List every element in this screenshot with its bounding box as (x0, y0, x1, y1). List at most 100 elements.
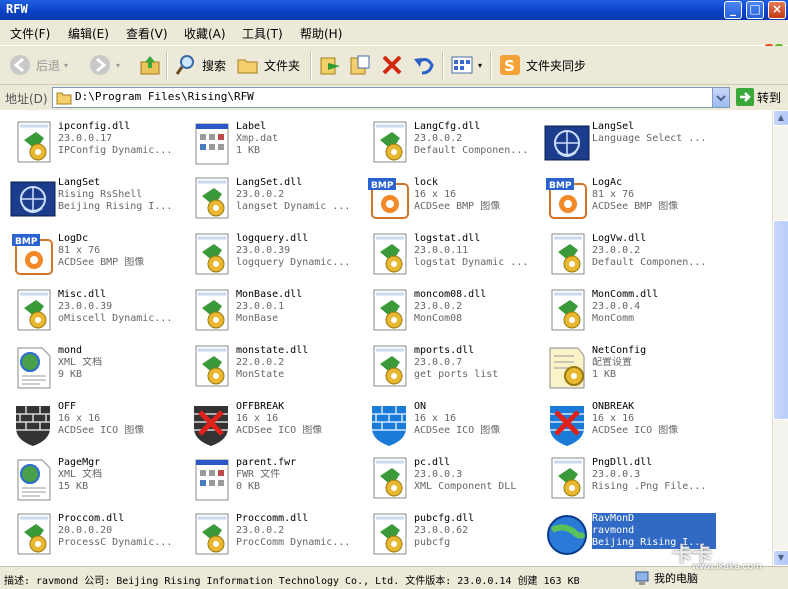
file-item-text: LangCfg.dll 23.0.0.2 Default Componen... (414, 121, 538, 157)
file-item[interactable]: monstate.dll 22.0.0.2 MonState (184, 342, 362, 398)
file-detail-2: logstat Dynamic ... (414, 257, 529, 268)
file-item[interactable]: Proccomm.dll 23.0.0.2 ProcComm Dynamic... (184, 510, 362, 566)
file-name: LogDc (58, 233, 89, 244)
file-item[interactable]: logquery.dll 23.0.0.39 logquery Dynamic... (184, 230, 362, 286)
file-item-text: MonComm.dll 23.0.0.4 MonComm (592, 289, 716, 325)
file-item[interactable]: MonComm.dll 23.0.0.4 MonComm (540, 286, 718, 342)
file-item[interactable]: LogVw.dll 23.0.0.2 Default Componen... (540, 230, 718, 286)
file-detail-2: ACDSee BMP 图像 (414, 201, 501, 212)
dll-icon (551, 233, 585, 275)
dll-icon (551, 289, 585, 331)
file-name: ipconfig.dll (58, 121, 131, 132)
file-item-text: pubcfg.dll 23.0.0.62 pubcfg (414, 513, 538, 549)
scroll-up-button[interactable]: ▲ (773, 110, 788, 126)
file-item[interactable]: MonBase.dll 23.0.0.1 MonBase (184, 286, 362, 342)
views-grid-icon (451, 56, 473, 74)
search-button[interactable]: 搜索 (174, 53, 226, 77)
file-item[interactable]: mports.dll 23.0.0.7 get ports list (362, 342, 540, 398)
forward-dropdown-icon: ▾ (116, 60, 121, 70)
file-item[interactable]: LangSet Rising RsShell Beijing Rising I... (6, 174, 184, 230)
file-item[interactable]: BMP lock 16 x 16 ACDSee BMP 图像 (362, 174, 540, 230)
file-item[interactable]: pc.dll 23.0.0.3 XML Component DLL (362, 454, 540, 510)
move-to-button[interactable] (318, 53, 342, 77)
dll-icon (17, 289, 51, 331)
go-button[interactable]: 转到 (736, 88, 781, 106)
file-list[interactable]: ipconfig.dll 23.0.0.17 IPConfig Dynamic...… (0, 110, 772, 566)
dll-icon (373, 513, 407, 555)
copy-to-button[interactable] (348, 53, 372, 77)
address-field[interactable]: D:\Program Files\Rising\RFW (52, 87, 730, 108)
file-item[interactable]: pubcfg.dll 23.0.0.62 pubcfg (362, 510, 540, 566)
file-item[interactable]: ONBREAK 16 x 16 ACDSee ICO 图像 (540, 398, 718, 454)
menu-file[interactable]: 文件(F) (10, 25, 50, 42)
file-name: OFF (58, 401, 77, 412)
vertical-scrollbar[interactable]: ▲ ▼ (772, 110, 788, 566)
file-item[interactable]: ipconfig.dll 23.0.0.17 IPConfig Dynamic... (6, 118, 184, 174)
file-detail-2: ACDSee ICO 图像 (58, 425, 145, 436)
dat-file-icon (195, 123, 229, 165)
file-item[interactable]: parent.fwr FWR 文件 0 KB (184, 454, 362, 510)
file-item[interactable]: LangSet.dll 23.0.0.2 langset Dynamic ... (184, 174, 362, 230)
file-detail-2: IPConfig Dynamic... (58, 145, 173, 156)
views-button[interactable]: ▾ (450, 53, 482, 77)
back-button[interactable]: 后退 ▾ (8, 53, 68, 77)
status-computer-label: 我的电脑 (654, 572, 698, 585)
file-item[interactable]: NetConfig 配置设置 1 KB (540, 342, 718, 398)
address-dropdown-button[interactable] (712, 88, 729, 107)
file-detail-2: MonComm (592, 313, 635, 324)
title-bar[interactable]: RFW _ □ × (0, 0, 788, 20)
file-item[interactable]: LangSel Language Select ... (540, 118, 718, 174)
menu-help[interactable]: 帮助(H) (300, 25, 342, 42)
maximize-button[interactable]: □ (746, 1, 764, 19)
file-item[interactable]: logstat.dll 23.0.0.11 logstat Dynamic ... (362, 230, 540, 286)
menu-view[interactable]: 查看(V) (126, 25, 168, 42)
file-name: Label (236, 121, 267, 132)
file-detail-2: langset Dynamic ... (236, 201, 351, 212)
forward-button[interactable]: ▾ (88, 53, 120, 77)
file-detail-1: 23.0.0.2 (414, 133, 463, 144)
file-detail-1: 23.0.0.17 (58, 133, 113, 144)
dll-icon (373, 289, 407, 331)
file-item[interactable]: BMP LogAc 81 x 76 ACDSee BMP 图像 (540, 174, 718, 230)
file-item[interactable]: mond XML 文档 9 KB (6, 342, 184, 398)
close-button[interactable]: × (768, 1, 786, 19)
up-folder-button[interactable] (138, 53, 162, 77)
file-item-text: LogVw.dll 23.0.0.2 Default Componen... (592, 233, 716, 269)
file-item-text: MonBase.dll 23.0.0.1 MonBase (236, 289, 360, 325)
file-item[interactable]: ON 16 x 16 ACDSee ICO 图像 (362, 398, 540, 454)
file-item[interactable]: Label Xmp.dat 1 KB (184, 118, 362, 174)
file-item[interactable]: Proccom.dll 20.0.0.20 ProcessC Dynamic... (6, 510, 184, 566)
file-item[interactable]: moncom08.dll 23.0.0.2 MonCom08 (362, 286, 540, 342)
menu-favorites[interactable]: 收藏(A) (184, 25, 226, 42)
up-folder-icon (140, 56, 160, 75)
file-item[interactable]: PngDll.dll 23.0.0.3 Rising .Png File... (540, 454, 718, 510)
scroll-thumb[interactable] (773, 220, 788, 420)
back-dropdown-icon: ▾ (64, 60, 69, 70)
file-item[interactable]: OFF 16 x 16 ACDSee ICO 图像 (6, 398, 184, 454)
file-detail-2: 15 KB (58, 481, 89, 492)
undo-icon (414, 58, 434, 75)
file-detail-1: 23.0.0.62 (414, 525, 469, 536)
folder-sync-button[interactable]: S 文件夹同步 (498, 53, 586, 77)
file-detail-2: Rising .Png File... (592, 481, 707, 492)
bmp-icon: BMP (546, 178, 587, 219)
file-name: Proccomm.dll (236, 513, 309, 524)
file-detail-1: 16 x 16 (414, 189, 457, 200)
menu-edit[interactable]: 编辑(E) (68, 25, 109, 42)
delete-button[interactable] (380, 53, 404, 77)
file-item[interactable]: PageMgr XML 文档 15 KB (6, 454, 184, 510)
menu-tools[interactable]: 工具(T) (242, 25, 283, 42)
file-name: mports.dll (414, 345, 475, 356)
file-item[interactable]: Misc.dll 23.0.0.39 oMiscell Dynamic... (6, 286, 184, 342)
file-item[interactable]: OFFBREAK 16 x 16 ACDSee ICO 图像 (184, 398, 362, 454)
file-name: LogVw.dll (592, 233, 647, 244)
dll-icon (195, 289, 229, 331)
file-name: LangCfg.dll (414, 121, 481, 132)
file-item[interactable]: LangCfg.dll 23.0.0.2 Default Componen... (362, 118, 540, 174)
file-detail-2 (592, 145, 716, 157)
minimize-button[interactable]: _ (724, 1, 742, 19)
folders-button[interactable]: 文件夹 (236, 53, 300, 77)
folders-label: 文件夹 (264, 58, 301, 73)
undo-button[interactable] (412, 53, 436, 77)
file-item[interactable]: BMP LogDc 81 x 76 ACDSee BMP 图像 (6, 230, 184, 286)
